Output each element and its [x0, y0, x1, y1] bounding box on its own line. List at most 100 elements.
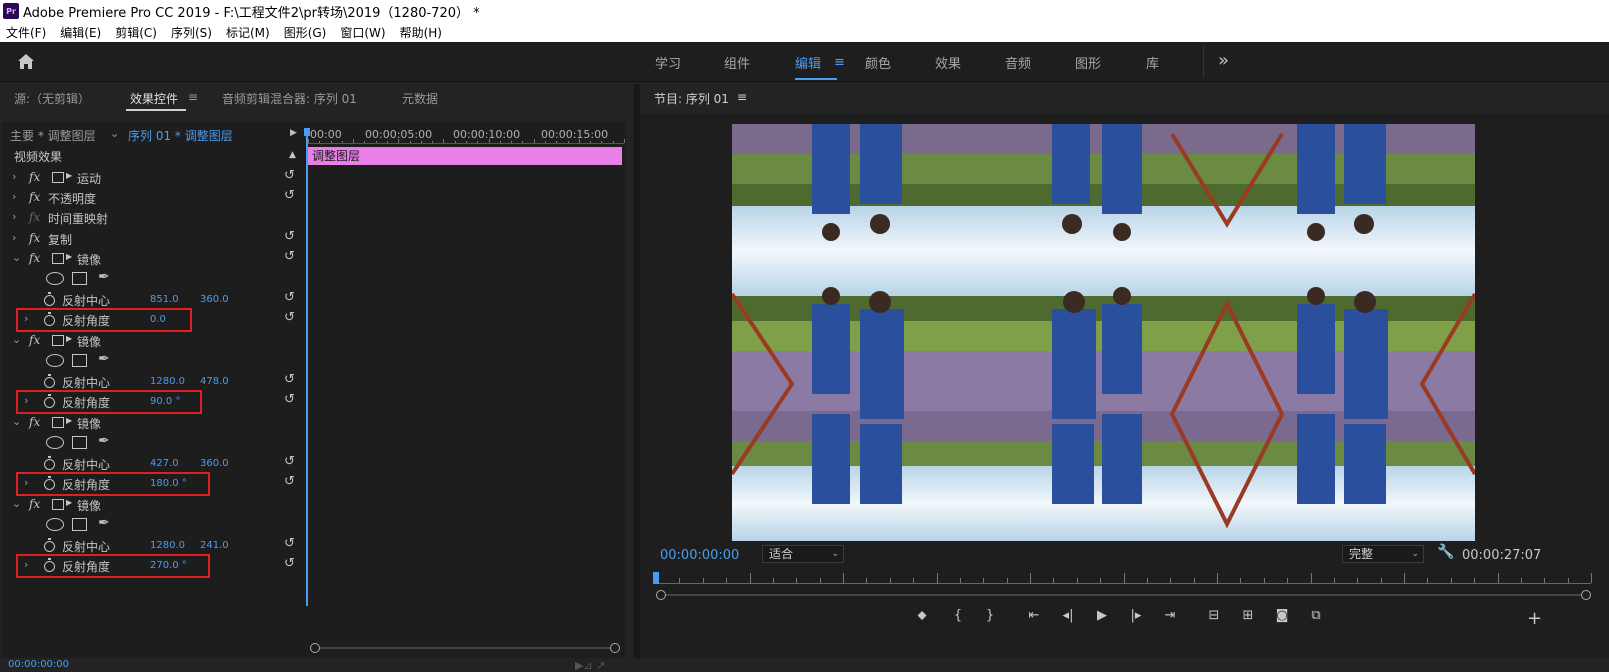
- transform-icon[interactable]: [52, 335, 64, 346]
- reset-icon[interactable]: ↺: [284, 372, 295, 387]
- mark-in-icon[interactable]: {: [946, 608, 970, 623]
- fx-icon[interactable]: fx: [29, 415, 40, 429]
- master-clip-label[interactable]: 主要 * 调整图层: [10, 127, 96, 144]
- stopwatch-icon[interactable]: [44, 538, 55, 552]
- center-x-value[interactable]: 1280.0: [150, 540, 185, 551]
- reset-icon[interactable]: ↺: [284, 249, 295, 264]
- scroll-handle-right[interactable]: [1581, 590, 1591, 600]
- chevron-right-icon[interactable]: ›: [12, 170, 16, 183]
- menu-markers[interactable]: 标记(M): [226, 24, 270, 41]
- chevron-down-icon[interactable]: ⌄: [12, 415, 21, 428]
- button-editor-plus-icon[interactable]: +: [1527, 608, 1542, 629]
- effect-row-mirror[interactable]: ⌄ fx ▶ 镜像 ↺: [2, 249, 304, 269]
- menu-window[interactable]: 窗口(W): [340, 24, 385, 41]
- program-menu-icon[interactable]: ≡: [737, 90, 747, 104]
- add-marker-icon[interactable]: ⬥: [910, 608, 934, 623]
- reset-icon[interactable]: ↺: [284, 168, 295, 183]
- effect-controls-menu-icon[interactable]: ≡: [188, 90, 198, 104]
- rectangle-mask-icon[interactable]: [72, 518, 87, 531]
- scroll-track[interactable]: [660, 594, 1587, 596]
- fx-icon[interactable]: fx: [29, 251, 40, 265]
- go-to-out-icon[interactable]: ⇥: [1158, 608, 1182, 623]
- menu-clip[interactable]: 剪辑(C): [115, 24, 157, 41]
- zoom-level-select[interactable]: 适合 ⌄: [762, 545, 844, 563]
- pen-mask-icon[interactable]: ✒: [98, 433, 110, 449]
- more-workspaces-icon[interactable]: »: [1218, 50, 1229, 71]
- chevron-down-icon[interactable]: ⌄: [110, 127, 119, 140]
- menu-help[interactable]: 帮助(H): [400, 24, 442, 41]
- reset-icon[interactable]: ↺: [284, 556, 295, 571]
- fx-icon[interactable]: fx: [29, 190, 40, 204]
- center-y-value[interactable]: 360.0: [200, 458, 229, 469]
- reset-icon[interactable]: ↺: [284, 310, 295, 325]
- effect-row-opacity[interactable]: › fx 不透明度 ↺: [2, 188, 304, 208]
- effect-row-mirror[interactable]: ⌄ fx ▶ 镜像: [2, 413, 304, 433]
- workspace-tab-assembly[interactable]: 组件: [724, 53, 750, 72]
- export-frame-camera-icon[interactable]: ◙: [1270, 608, 1294, 623]
- step-forward-icon[interactable]: |▸: [1124, 608, 1148, 623]
- transform-icon[interactable]: [52, 417, 64, 428]
- scroll-handle-right[interactable]: [610, 643, 620, 653]
- playback-resolution-select[interactable]: 完整 ⌄: [1342, 545, 1424, 563]
- program-zoom-scrollbar[interactable]: [656, 590, 1591, 600]
- reset-icon[interactable]: ↺: [284, 536, 295, 551]
- effect-row-replicate[interactable]: › fx 复制 ↺: [2, 229, 304, 249]
- menu-file[interactable]: 文件(F): [6, 24, 46, 41]
- step-back-icon[interactable]: ◂|: [1056, 608, 1080, 623]
- chevron-down-icon[interactable]: ⌄: [12, 497, 21, 510]
- menu-graphics[interactable]: 图形(G): [284, 24, 327, 41]
- audio-playback-icons[interactable]: ▶⊿ ↗: [575, 659, 605, 672]
- mark-out-icon[interactable]: }: [978, 608, 1002, 623]
- tab-source[interactable]: 源:（无剪辑）: [14, 90, 90, 107]
- play-triangle-icon[interactable]: ▶: [290, 128, 297, 138]
- center-y-value[interactable]: 241.0: [200, 540, 229, 551]
- effect-controls-zoom-scrollbar[interactable]: [310, 643, 620, 653]
- transform-icon[interactable]: [52, 172, 64, 183]
- ellipse-mask-icon[interactable]: [46, 518, 64, 531]
- reset-icon[interactable]: ↺: [284, 188, 295, 203]
- center-y-value[interactable]: 478.0: [200, 376, 229, 387]
- ellipse-mask-icon[interactable]: [46, 436, 64, 449]
- tab-audio-clip-mixer[interactable]: 音频剪辑混合器: 序列 01: [222, 90, 357, 107]
- tab-effect-controls[interactable]: 效果控件: [130, 90, 178, 107]
- playhead-handle[interactable]: [304, 128, 310, 136]
- reset-icon[interactable]: ↺: [284, 474, 295, 489]
- reset-icon[interactable]: ↺: [284, 392, 295, 407]
- workspace-tab-editing[interactable]: 编辑: [795, 53, 838, 80]
- stopwatch-icon[interactable]: [44, 374, 55, 388]
- chevron-right-icon[interactable]: ›: [12, 210, 16, 223]
- program-playhead[interactable]: [653, 572, 659, 584]
- workspace-tab-color[interactable]: 颜色: [865, 53, 891, 72]
- reset-icon[interactable]: ↺: [284, 229, 295, 244]
- sequence-clip-label[interactable]: 序列 01 * 调整图层: [128, 127, 233, 144]
- effect-row-time-remapping[interactable]: › fx 时间重映射: [2, 208, 304, 228]
- menu-sequence[interactable]: 序列(S): [171, 24, 212, 41]
- stopwatch-icon[interactable]: [44, 292, 55, 306]
- reset-icon[interactable]: ↺: [284, 290, 295, 305]
- pen-mask-icon[interactable]: ✒: [98, 269, 110, 285]
- ellipse-mask-icon[interactable]: [46, 272, 64, 285]
- center-x-value[interactable]: 427.0: [150, 458, 179, 469]
- effect-row-motion[interactable]: › fx ▶ 运动 ↺: [2, 168, 304, 188]
- menu-edit[interactable]: 编辑(E): [60, 24, 101, 41]
- effect-controls-timecode[interactable]: 00:00:00:00: [8, 659, 69, 670]
- center-x-value[interactable]: 1280.0: [150, 376, 185, 387]
- workspace-tab-effects[interactable]: 效果: [935, 53, 961, 72]
- wrench-settings-icon[interactable]: 🔧: [1437, 544, 1454, 560]
- fx-icon[interactable]: fx: [29, 333, 40, 347]
- adjustment-layer-clip[interactable]: 调整图层: [308, 147, 622, 165]
- chevron-down-icon[interactable]: ⌄: [12, 251, 21, 264]
- scroll-handle-left[interactable]: [310, 643, 320, 653]
- lift-icon[interactable]: ⊟: [1202, 608, 1226, 623]
- effect-controls-ruler[interactable]: 00:00 00:00:05:00 00:00:10:00 00:00:15:0…: [308, 126, 625, 144]
- stopwatch-icon[interactable]: [44, 456, 55, 470]
- chevron-right-icon[interactable]: ›: [12, 190, 16, 203]
- workspace-menu-icon[interactable]: ≡: [834, 55, 845, 70]
- rectangle-mask-icon[interactable]: [72, 272, 87, 285]
- home-icon[interactable]: [14, 52, 38, 72]
- chevron-right-icon[interactable]: ›: [12, 231, 16, 244]
- program-time-ruler[interactable]: [653, 572, 1592, 586]
- workspace-tab-graphics[interactable]: 图形: [1075, 53, 1101, 72]
- reset-icon[interactable]: ↺: [284, 454, 295, 469]
- workspace-tab-libraries[interactable]: 库: [1146, 53, 1159, 72]
